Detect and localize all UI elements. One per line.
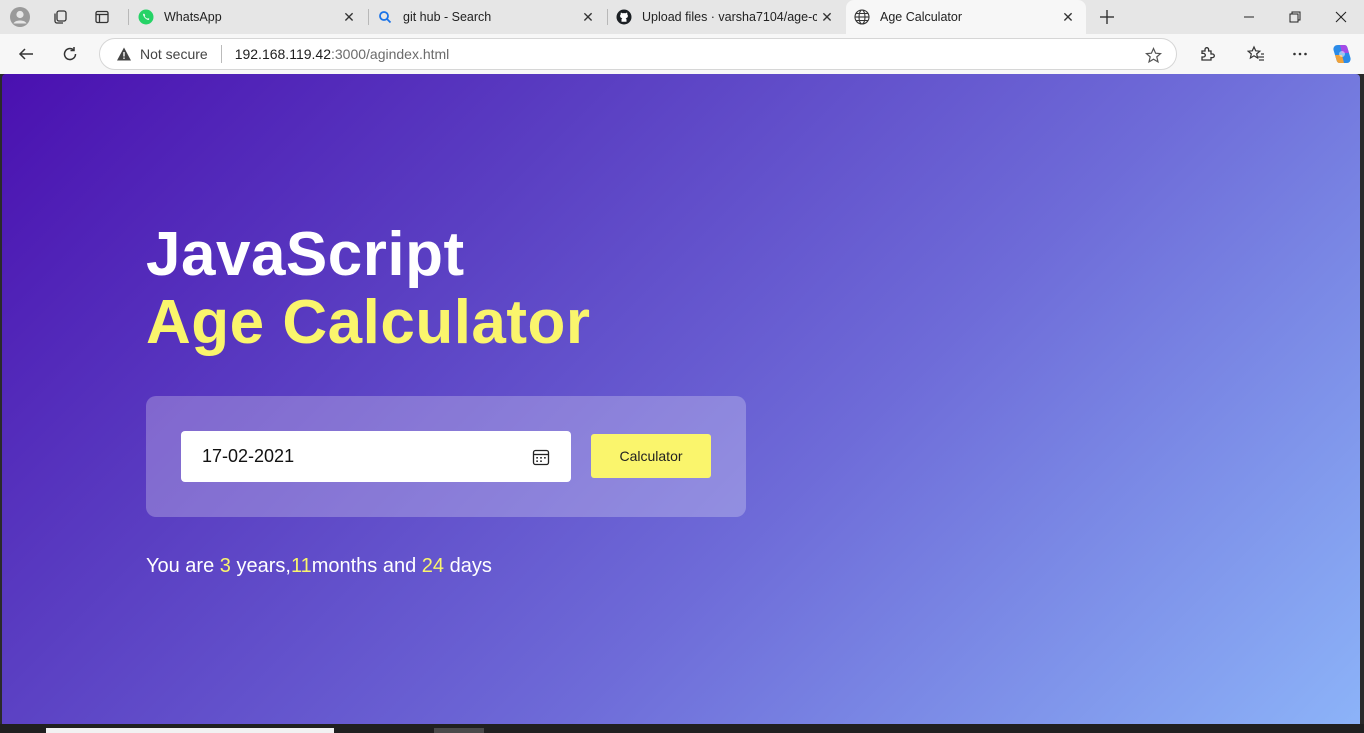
new-tab-icon[interactable] (1094, 5, 1120, 29)
tab-whatsapp[interactable]: WhatsApp ✕ (130, 0, 367, 34)
favorite-star-icon[interactable] (1144, 46, 1162, 64)
back-icon[interactable] (11, 39, 41, 69)
profile-icon[interactable] (7, 5, 33, 29)
search-icon (377, 9, 393, 25)
tab-separator (128, 9, 129, 25)
address-divider (220, 45, 222, 63)
tab-strip: WhatsApp ✕ git hub - Search ✕ Upload fil… (0, 0, 1364, 34)
url-path: :3000/agindex.html (330, 46, 450, 62)
calculator-card: 17-02-2021 Calculator (146, 396, 746, 517)
url-text[interactable]: 192.168.119.42:3000/agindex.html (235, 46, 450, 62)
date-value[interactable]: 17-02-2021 (202, 446, 531, 467)
security-label[interactable]: Not secure (140, 46, 208, 62)
tab-upload-files[interactable]: Upload files · varsha7104/age-calc ✕ (608, 0, 845, 34)
close-icon[interactable]: ✕ (1058, 7, 1078, 27)
age-result: You are 3 years,11months and 24 days (146, 555, 492, 578)
copilot-icon[interactable] (1327, 39, 1357, 69)
more-options-icon[interactable] (1285, 39, 1315, 69)
title-javascript: JavaScript (146, 220, 465, 289)
minimize-icon[interactable] (1226, 0, 1272, 34)
tab-github-search[interactable]: git hub - Search ✕ (369, 0, 606, 34)
birthdate-input[interactable]: 17-02-2021 (181, 431, 571, 482)
browser-toolbar: Not secure 192.168.119.42:3000/agindex.h… (0, 34, 1364, 74)
calendar-icon[interactable] (531, 447, 551, 467)
tab-actions-icon[interactable] (89, 5, 115, 29)
extensions-icon[interactable] (1192, 39, 1222, 69)
result-days-label: days (444, 555, 492, 577)
globe-icon (854, 9, 870, 25)
result-months-label: months and (311, 555, 422, 577)
whatsapp-icon (138, 9, 154, 25)
taskbar (0, 724, 1364, 733)
reload-icon[interactable] (55, 39, 85, 69)
result-months: 11 (290, 555, 312, 577)
close-window-icon[interactable] (1318, 0, 1364, 34)
workspaces-icon[interactable] (47, 5, 73, 29)
page-viewport: JavaScript Age Calculator 17-02-2021 Cal… (2, 74, 1360, 724)
taskbar-segment (46, 728, 334, 733)
tab-age-calculator[interactable]: Age Calculator ✕ (846, 0, 1086, 34)
close-icon[interactable]: ✕ (578, 7, 598, 27)
tab-title: WhatsApp (164, 10, 222, 24)
address-bar[interactable]: Not secure 192.168.119.42:3000/agindex.h… (99, 38, 1177, 70)
tab-title: git hub - Search (403, 10, 492, 24)
result-years: 3 (219, 555, 231, 577)
title-age-calculator: Age Calculator (146, 288, 591, 357)
warning-icon[interactable] (116, 46, 132, 62)
tab-title: Upload files · varsha7104/age-calc (642, 10, 817, 24)
url-host: 192.168.119.42 (234, 46, 331, 62)
result-prefix: You are (146, 555, 220, 577)
taskbar-segment (434, 728, 484, 733)
calculate-button[interactable]: Calculator (591, 434, 711, 478)
restore-icon[interactable] (1272, 0, 1318, 34)
github-icon (616, 9, 632, 25)
close-icon[interactable]: ✕ (817, 7, 837, 27)
close-icon[interactable]: ✕ (339, 7, 359, 27)
result-years-label: years, (230, 555, 291, 577)
favorites-icon[interactable] (1241, 39, 1271, 69)
tab-title: Age Calculator (880, 10, 962, 24)
result-days: 24 (421, 555, 445, 577)
